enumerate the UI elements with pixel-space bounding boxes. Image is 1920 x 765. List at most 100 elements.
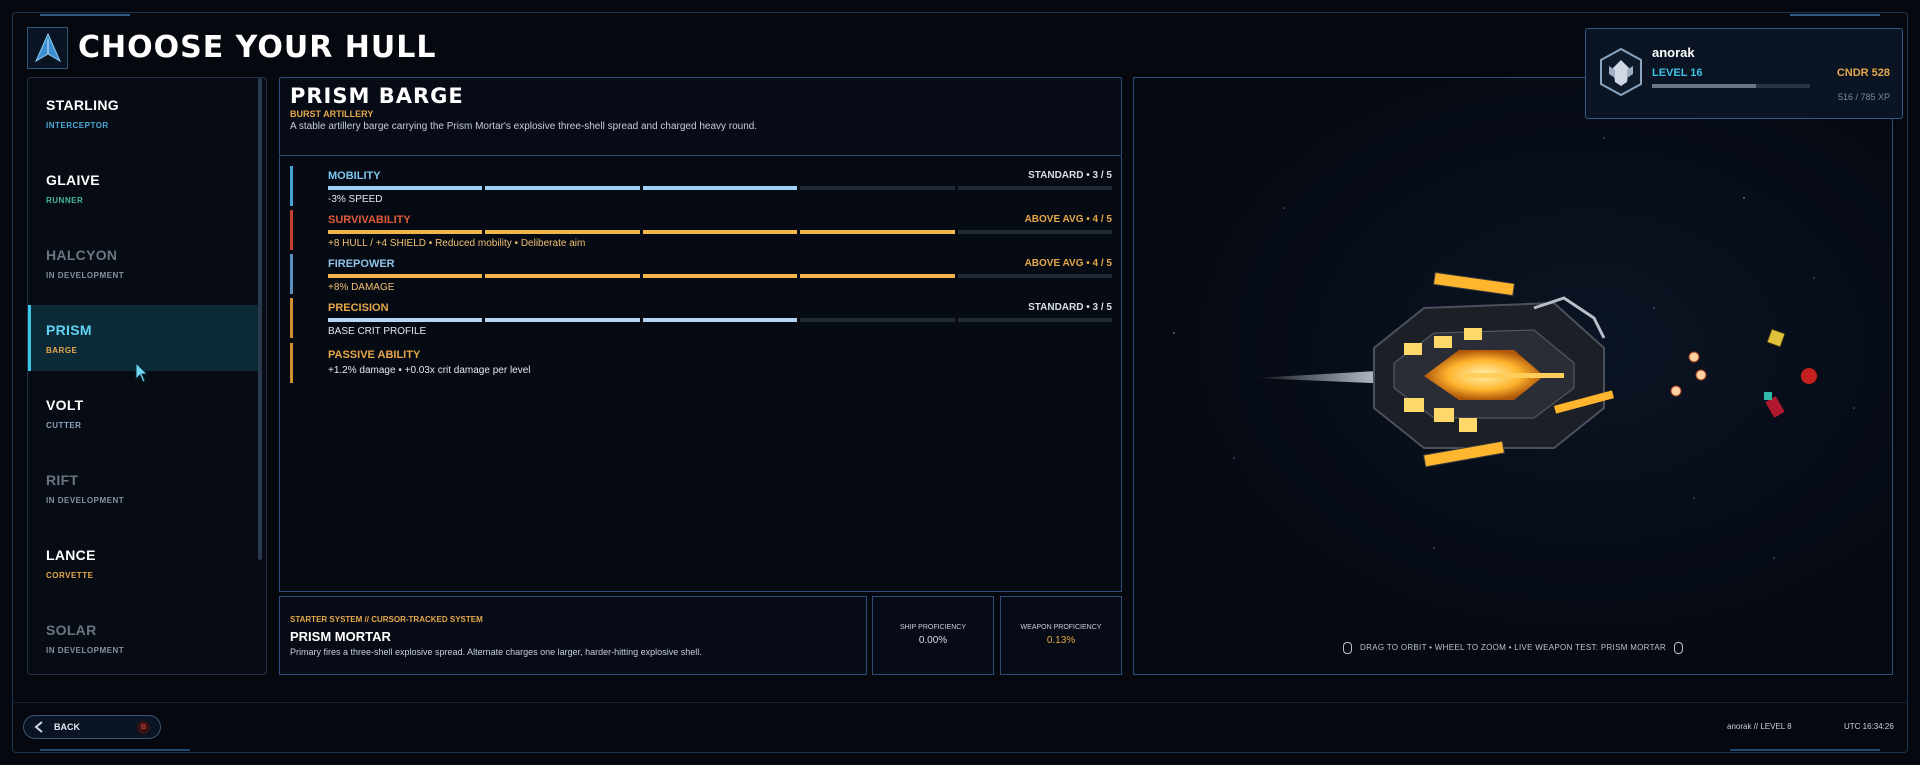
weapon-proficiency: WEAPON PROFICIENCY 0.13% bbox=[1000, 596, 1122, 675]
passive-label: PASSIVE ABILITY bbox=[328, 349, 421, 361]
back-button[interactable]: BACK B bbox=[23, 715, 161, 739]
hull-class: RUNNER bbox=[46, 196, 84, 205]
ship-preview-viewport[interactable]: DRAG TO ORBIT • WHEEL TO ZOOM • LIVE WEA… bbox=[1133, 77, 1893, 675]
stat-bar-segment bbox=[642, 274, 798, 278]
target-drones bbox=[1764, 328, 1817, 418]
starter-tag: STARTER SYSTEM // CURSOR-TRACKED SYSTEM bbox=[290, 615, 483, 624]
mouse-cursor-icon bbox=[135, 362, 149, 383]
hull-class: IN DEVELOPMENT bbox=[46, 646, 125, 655]
hull-name: PRISM bbox=[46, 322, 92, 338]
stat-bar-segment bbox=[800, 186, 955, 190]
hull-list-scrollbar[interactable] bbox=[258, 78, 262, 560]
hull-stats-panel: MOBILITY STANDARD • 3 / 5 -3% SPEED SURVIVA… bbox=[279, 156, 1122, 592]
stat-bar-segment bbox=[957, 318, 1113, 322]
viewport-controls-hint: DRAG TO ORBIT • WHEEL TO ZOOM • LIVE WEA… bbox=[1134, 642, 1892, 654]
stat-bar bbox=[328, 274, 1113, 278]
mouse-wheel-icon bbox=[1674, 642, 1684, 654]
hull-class: BARGE bbox=[46, 346, 78, 355]
hull-name: SOLAR bbox=[46, 622, 97, 638]
hull-details-header: PRISM BARGE BURST ARTILLERY A stable art… bbox=[279, 77, 1122, 156]
hull-item-lance[interactable]: LANCE CORVETTE bbox=[28, 530, 258, 596]
stat-bar-segment bbox=[485, 230, 640, 234]
ship-role: BURST ARTILLERY bbox=[290, 109, 374, 119]
ship-proficiency-label: SHIP PROFICIENCY bbox=[900, 624, 966, 631]
currency-balance: CNDR 528 bbox=[1836, 67, 1890, 79]
stat-rating: STANDARD • 3 / 5 bbox=[1028, 302, 1112, 313]
prism-barge-ship bbox=[1254, 271, 1707, 468]
stat-modifier: -3% SPEED bbox=[328, 194, 383, 205]
stat-bar-segment bbox=[800, 318, 955, 322]
stat-bar-segment bbox=[642, 318, 798, 322]
stat-bar-segment bbox=[485, 318, 640, 322]
stat-rating: ABOVE AVG • 4 / 5 bbox=[1024, 258, 1112, 269]
hull-name: VOLT bbox=[46, 397, 84, 413]
mouse-drag-icon bbox=[1342, 642, 1352, 654]
passive-text: +1.2% damage • +0.03x crit damage per le… bbox=[328, 365, 531, 376]
stat-marker bbox=[290, 166, 293, 206]
stat-label: FIREPOWER bbox=[328, 258, 395, 270]
stat-bar-segment bbox=[800, 230, 955, 234]
xp-text: 516 / 785 XP bbox=[1837, 92, 1890, 102]
hull-name: STARLING bbox=[46, 97, 119, 113]
xp-progress-fill bbox=[1652, 84, 1756, 88]
stat-firepower: FIREPOWER ABOVE AVG • 4 / 5 +8% DAMAGE bbox=[290, 254, 1113, 294]
hull-class: CORVETTE bbox=[46, 571, 94, 580]
ship-proficiency-value: 0.00% bbox=[918, 635, 948, 646]
rank-emblem-icon bbox=[1600, 48, 1642, 96]
stat-rating: ABOVE AVG • 4 / 5 bbox=[1024, 214, 1112, 225]
ship-proficiency: SHIP PROFICIENCY 0.00% bbox=[872, 596, 994, 675]
hull-item-glaive[interactable]: GLAIVE RUNNER bbox=[28, 155, 258, 221]
passive-ability: PASSIVE ABILITY +1.2% damage • +0.03x cr… bbox=[290, 343, 1112, 383]
hull-item-solar[interactable]: SOLAR IN DEVELOPMENT bbox=[28, 605, 258, 671]
player-level: LEVEL 16 bbox=[1652, 67, 1703, 79]
stat-bar-segment bbox=[642, 230, 798, 234]
stat-modifier: +8 HULL / +4 SHIELD • Reduced mobility •… bbox=[328, 238, 586, 249]
weapon-proficiency-value: 0.13% bbox=[1046, 635, 1076, 646]
hull-name: LANCE bbox=[46, 547, 96, 563]
hull-item-rift[interactable]: RIFT IN DEVELOPMENT bbox=[28, 455, 258, 521]
frame-accent bbox=[1730, 749, 1880, 751]
stat-bar-segment bbox=[642, 186, 798, 190]
page-title: CHOOSE YOUR HULL bbox=[78, 30, 437, 65]
stat-bar-segment bbox=[485, 186, 640, 190]
stat-precision: PRECISION STANDARD • 3 / 5 BASE CRIT PROFI… bbox=[290, 298, 1113, 338]
footer-user-level: anorak // LEVEL 8 bbox=[1727, 722, 1792, 731]
hull-item-starling[interactable]: STARLING INTERCEPTOR bbox=[28, 80, 258, 146]
hull-class: IN DEVELOPMENT bbox=[46, 271, 125, 280]
hull-class: IN DEVELOPMENT bbox=[46, 496, 125, 505]
username: anorak bbox=[1652, 45, 1695, 60]
footer-clock: UTC 16:34:26 bbox=[1844, 722, 1894, 731]
stat-label: PRECISION bbox=[328, 302, 389, 314]
player-profile-card[interactable]: anorak LEVEL 16 CNDR 528 516 / 785 XP bbox=[1585, 28, 1903, 119]
starter-system-panel: STARTER SYSTEM // CURSOR-TRACKED SYSTEM … bbox=[279, 596, 867, 675]
stat-rating: STANDARD • 3 / 5 bbox=[1028, 170, 1112, 181]
hull-name: GLAIVE bbox=[46, 172, 100, 188]
stat-bar-segment bbox=[328, 230, 483, 234]
stat-bar-segment bbox=[957, 186, 1113, 190]
back-key-hint: B bbox=[137, 721, 150, 734]
stat-mobility: MOBILITY STANDARD • 3 / 5 -3% SPEED bbox=[290, 166, 1113, 206]
hull-name: HALCYON bbox=[46, 247, 118, 263]
frame-accent bbox=[40, 749, 190, 751]
weapon-name: PRISM MORTAR bbox=[290, 629, 391, 644]
hull-name: RIFT bbox=[46, 472, 79, 488]
hull-class: INTERCEPTOR bbox=[46, 121, 109, 130]
game-logo-icon bbox=[27, 27, 68, 69]
frame-accent bbox=[40, 14, 130, 16]
viewport-hint-text: DRAG TO ORBIT • WHEEL TO ZOOM • LIVE WEA… bbox=[1360, 643, 1666, 653]
ship-preview-scene bbox=[1173, 137, 1855, 559]
stat-survivability: SURVIVABILITY ABOVE AVG • 4 / 5 +8 HULL / … bbox=[290, 210, 1113, 250]
stat-label: SURVIVABILITY bbox=[328, 214, 411, 226]
chevron-left-icon bbox=[34, 721, 43, 733]
frame-accent bbox=[1790, 14, 1880, 16]
stat-bar-segment bbox=[957, 274, 1113, 278]
stat-bar-segment bbox=[800, 274, 955, 278]
stat-bar bbox=[328, 318, 1113, 322]
ship-name: PRISM BARGE bbox=[290, 84, 464, 108]
hull-item-volt[interactable]: VOLT CUTTER bbox=[28, 380, 258, 446]
weapon-description: Primary fires a three-shell explosive sp… bbox=[290, 647, 702, 657]
footer-divider bbox=[12, 702, 1908, 703]
ship-description: A stable artillery barge carrying the Pr… bbox=[290, 121, 758, 132]
stat-modifier: +8% DAMAGE bbox=[328, 282, 395, 293]
hull-item-halcyon[interactable]: HALCYON IN DEVELOPMENT bbox=[28, 230, 258, 296]
